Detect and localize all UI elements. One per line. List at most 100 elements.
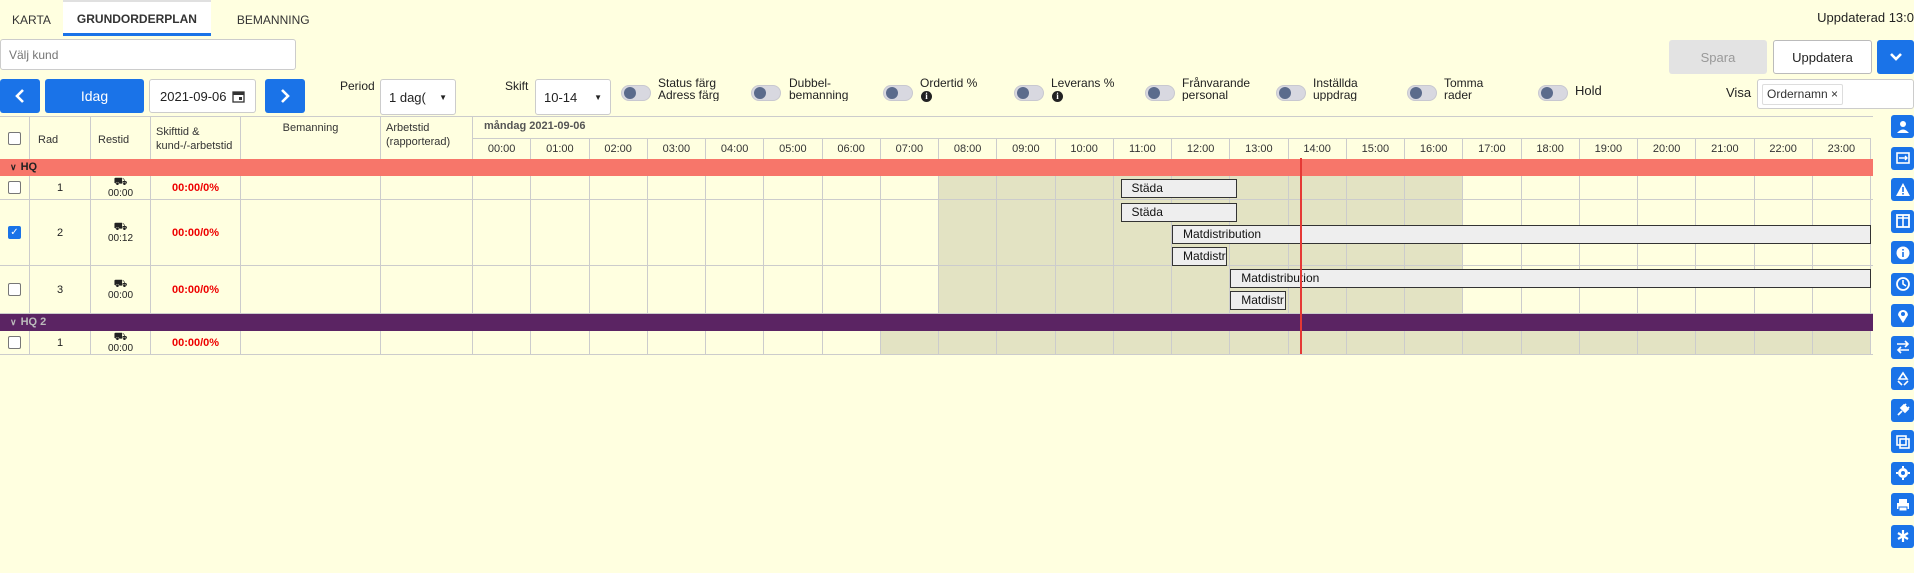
shift-select[interactable]: 10-14 ▼ bbox=[535, 79, 611, 115]
caret-down-icon: ▼ bbox=[594, 92, 602, 102]
hour-gridline bbox=[763, 266, 765, 313]
tab-karta[interactable]: KARTA bbox=[0, 0, 63, 36]
order-time-toggle[interactable] bbox=[883, 85, 913, 101]
staffing-cell[interactable] bbox=[241, 176, 381, 199]
staffing-cell[interactable] bbox=[241, 331, 381, 354]
travel-time-cell: ⛟ 00:12 bbox=[91, 200, 151, 265]
hour-gridline bbox=[705, 331, 706, 354]
hour-gridline bbox=[646, 266, 648, 313]
task-bar[interactable]: Matdistribution bbox=[1172, 225, 1871, 244]
hour-gridline bbox=[1753, 176, 1755, 199]
absent-staff-toggle[interactable] bbox=[1145, 85, 1175, 101]
recycle-icon[interactable] bbox=[1891, 367, 1914, 390]
hour-label: 22:00 bbox=[1754, 138, 1813, 159]
hour-gridline bbox=[996, 176, 998, 199]
next-day-button[interactable] bbox=[265, 79, 305, 113]
copy-icon[interactable] bbox=[1891, 430, 1914, 453]
info-icon[interactable]: i bbox=[921, 91, 932, 102]
update-button[interactable]: Uppdatera bbox=[1773, 40, 1872, 74]
table-row: ✓ 2 ⛟ 00:12 00:00/0% Städa Matdistribution Matd… bbox=[0, 200, 1873, 266]
staffing-cell[interactable] bbox=[241, 266, 381, 313]
user-icon[interactable] bbox=[1891, 115, 1914, 138]
row-checkbox[interactable]: ✓ bbox=[8, 226, 21, 239]
period-select[interactable]: 1 dag( ▼ bbox=[380, 79, 456, 115]
visa-select[interactable]: Ordernamn × bbox=[1757, 79, 1914, 109]
chevron-down-icon[interactable]: ∨ bbox=[10, 162, 17, 172]
header-rad: Rad bbox=[30, 117, 91, 159]
row-number: 1 bbox=[30, 331, 91, 354]
travel-time: 00:00 bbox=[107, 187, 134, 199]
row-checkbox[interactable] bbox=[8, 336, 21, 349]
hour-gridline bbox=[530, 331, 532, 354]
info-icon[interactable] bbox=[1891, 241, 1914, 264]
task-bar[interactable]: Matdistribution bbox=[1230, 269, 1871, 288]
cancelled-tasks-label: Inställda uppdrag bbox=[1313, 77, 1358, 101]
chevron-down-icon[interactable]: ∨ bbox=[10, 317, 17, 327]
row-checkbox[interactable] bbox=[8, 283, 21, 296]
update-dropdown-button[interactable] bbox=[1877, 40, 1914, 74]
cancelled-tasks-toggle[interactable] bbox=[1276, 85, 1306, 101]
hour-gridline bbox=[530, 200, 532, 265]
hour-gridline bbox=[705, 266, 706, 313]
calendar-icon bbox=[232, 90, 245, 103]
save-button[interactable]: Spara bbox=[1669, 40, 1767, 74]
group-header[interactable]: ∨ HQ bbox=[0, 159, 1873, 176]
select-all-checkbox[interactable] bbox=[8, 131, 21, 145]
reported-work-cell bbox=[381, 331, 473, 354]
hour-gridline bbox=[530, 266, 532, 313]
task-bar[interactable]: Städa bbox=[1120, 203, 1238, 222]
tab-grundorderplan[interactable]: GRUNDORDERPLAN bbox=[62, 0, 211, 36]
hold-toggle[interactable] bbox=[1538, 85, 1568, 101]
columns-icon[interactable] bbox=[1891, 209, 1914, 233]
swap-calendar-icon[interactable] bbox=[1891, 146, 1914, 170]
task-bar[interactable]: Matdistr bbox=[1172, 247, 1228, 266]
settings-icon[interactable] bbox=[1891, 461, 1914, 485]
warning-icon[interactable] bbox=[1891, 178, 1914, 201]
hour-gridline bbox=[821, 176, 823, 199]
customer-select-input[interactable] bbox=[0, 39, 296, 70]
task-bar[interactable]: Städa bbox=[1120, 179, 1238, 198]
hour-gridline bbox=[1229, 331, 1231, 354]
hour-gridline bbox=[588, 331, 590, 354]
group-header[interactable]: ∨ HQ 2 bbox=[0, 314, 1873, 331]
staffing-cell[interactable] bbox=[241, 200, 381, 265]
row-checkbox[interactable] bbox=[8, 181, 21, 194]
info-icon[interactable]: i bbox=[1052, 91, 1063, 102]
hour-label: 06:00 bbox=[822, 138, 881, 159]
task-bar[interactable]: Matdistr bbox=[1230, 291, 1286, 310]
shift-label: Skift bbox=[505, 79, 529, 93]
date-picker[interactable]: 2021-09-06 bbox=[149, 79, 256, 113]
empty-rows-toggle[interactable] bbox=[1407, 85, 1437, 101]
double-staffing-toggle[interactable] bbox=[751, 85, 781, 101]
status-color-label: Status färg Adress färg bbox=[658, 77, 720, 101]
chip-remove-icon[interactable]: × bbox=[1831, 87, 1838, 101]
current-time-line bbox=[1300, 158, 1303, 354]
hour-label: 08:00 bbox=[939, 138, 998, 159]
group-name: HQ bbox=[20, 161, 38, 173]
header-arbetstid: Arbetstid (rapporterad) bbox=[381, 117, 473, 159]
arrows-exchange-icon[interactable] bbox=[1891, 335, 1914, 359]
day-label: måndag 2021-09-06 bbox=[484, 120, 586, 132]
hour-gridline bbox=[938, 176, 939, 199]
asterisk-icon[interactable] bbox=[1891, 524, 1914, 548]
hour-gridline bbox=[646, 200, 648, 265]
map-pin-icon[interactable] bbox=[1891, 304, 1914, 327]
previous-day-button[interactable] bbox=[0, 79, 40, 113]
plug-icon[interactable] bbox=[1891, 398, 1914, 422]
delivery-toggle[interactable] bbox=[1014, 85, 1044, 101]
print-icon[interactable] bbox=[1891, 493, 1914, 516]
tab-bemanning[interactable]: BEMANNING bbox=[225, 0, 322, 36]
row-number: 1 bbox=[30, 176, 91, 199]
hour-gridline bbox=[938, 200, 939, 265]
car-icon: ⛟ bbox=[113, 175, 128, 188]
status-color-toggle[interactable] bbox=[621, 85, 651, 101]
history-icon[interactable] bbox=[1891, 272, 1914, 296]
hour-gridline bbox=[1054, 176, 1056, 199]
today-button[interactable]: Idag bbox=[45, 79, 144, 113]
car-icon: ⛟ bbox=[113, 277, 128, 290]
hour-gridline bbox=[763, 176, 765, 199]
hour-label: 16:00 bbox=[1405, 138, 1464, 159]
hour-gridline bbox=[1637, 331, 1638, 354]
hour-label: 18:00 bbox=[1521, 138, 1580, 159]
hour-gridline bbox=[879, 331, 881, 354]
